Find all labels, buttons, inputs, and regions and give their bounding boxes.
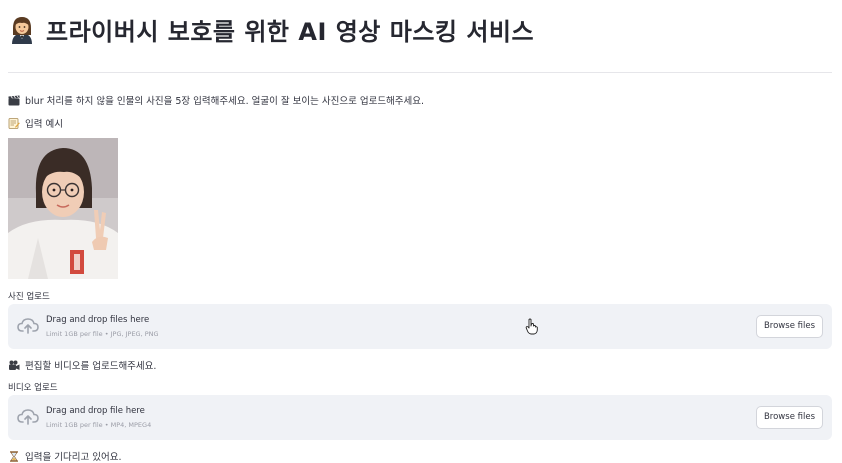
photo-dropzone-limit: Limit 1GB per file • JPG, JPEG, PNG [46,330,159,338]
video-camera-icon [8,360,20,371]
hourglass-icon [8,450,20,462]
header-divider [8,72,832,73]
cloud-upload-icon [17,407,39,427]
instruction-text: blur 처리를 하지 않을 인물의 사진을 5장 입력해주세요. 얼굴이 잘 … [25,96,425,107]
instruction-line: blur 처리를 하지 않을 인물의 사진을 5장 입력해주세요. 얼굴이 잘 … [8,93,424,107]
photo-browse-button[interactable]: Browse files [755,315,823,338]
status-line: 입력을 기다리고 있어요. [8,449,121,463]
video-prompt-line: 편집할 비디오를 업로드해주세요. [8,358,156,372]
page-title-text: 프라이버시 보호를 위한 AI 영상 마스킹 서비스 [46,18,535,46]
example-label: 입력 예시 [25,119,63,130]
video-upload-label: 비디오 업로드 [8,383,58,393]
clapperboard-icon [8,95,20,106]
video-prompt-text: 편집할 비디오를 업로드해주세요. [25,361,157,372]
photo-upload-label: 사진 업로드 [8,292,50,302]
video-dropzone-instruction: Drag and drop file here [46,406,145,416]
photo-dropzone[interactable]: Drag and drop files here Limit 1GB per f… [8,304,832,349]
video-dropzone-limit: Limit 1GB per file • MP4, MPEG4 [46,421,152,429]
page-title: 프라이버시 보호를 위한 AI 영상 마스킹 서비스 [8,12,534,47]
example-line: 입력 예시 [8,116,63,130]
hand-cursor-icon [525,318,539,335]
person-emoji-icon [8,15,36,45]
video-dropzone[interactable]: Drag and drop file here Limit 1GB per fi… [8,395,832,440]
memo-icon [8,117,20,129]
video-browse-button[interactable]: Browse files [755,406,823,429]
cloud-upload-icon [17,316,39,336]
example-photo [8,138,118,279]
status-text: 입력을 기다리고 있어요. [25,452,122,463]
photo-dropzone-instruction: Drag and drop files here [46,315,150,325]
